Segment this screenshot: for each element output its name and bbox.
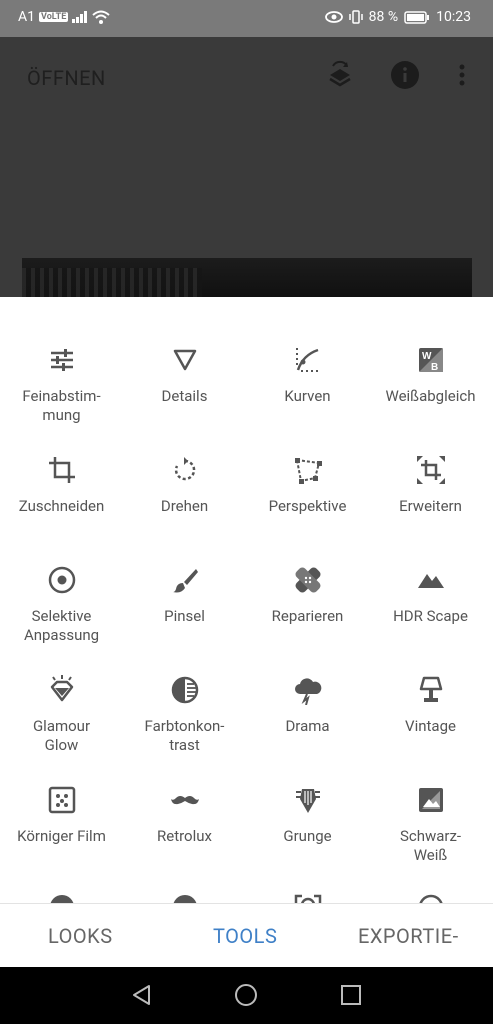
mustache-icon bbox=[170, 796, 199, 805]
tool-label: Kurven bbox=[284, 387, 331, 405]
sliders-icon bbox=[50, 349, 73, 371]
tool-feinabstimmung[interactable]: Feinabstim- mung bbox=[0, 345, 123, 425]
clock: 10:23 bbox=[436, 9, 471, 25]
tool-label: Perspektive bbox=[268, 497, 347, 515]
svg-text:W: W bbox=[422, 351, 432, 362]
vibrate-icon bbox=[348, 10, 363, 24]
tool-hdr-scape[interactable]: HDR Scape bbox=[369, 565, 492, 626]
diamond-icon bbox=[50, 675, 73, 702]
tool-erweitern[interactable]: Erweitern bbox=[369, 455, 492, 516]
lamp-icon bbox=[419, 676, 442, 702]
tool-drama[interactable]: Drama bbox=[246, 675, 369, 736]
tool-label: Zuschneiden bbox=[18, 497, 105, 515]
tool-perspektive[interactable]: Perspektive bbox=[246, 455, 369, 516]
guitar-icon bbox=[295, 789, 320, 813]
tool-weissabgleich[interactable]: WB Weißabgleich bbox=[369, 345, 492, 406]
bw-icon bbox=[418, 788, 443, 812]
tool-label: Erweitern bbox=[399, 497, 462, 515]
eye-icon bbox=[324, 11, 343, 23]
system-navigation-bar bbox=[0, 967, 493, 1024]
more-options-icon[interactable] bbox=[447, 60, 477, 90]
tool-selektive-anpassung[interactable]: Selektive Anpassung bbox=[0, 565, 123, 645]
tool-schwarz-weiss[interactable]: Schwarz- Weiß bbox=[369, 785, 492, 865]
cloud-icon bbox=[294, 678, 321, 705]
tool-pinsel[interactable]: Pinsel bbox=[123, 565, 246, 626]
tab-export[interactable]: EXPORTIE- bbox=[358, 924, 459, 948]
volte-badge: VoLTE bbox=[39, 12, 69, 22]
open-button[interactable]: ÖFFNEN bbox=[27, 66, 106, 90]
tab-looks[interactable]: LOOKS bbox=[48, 924, 113, 948]
tools-panel: Feinabstim- mung Details Kurven WB Weißa… bbox=[0, 297, 493, 903]
bandage-icon bbox=[295, 567, 320, 593]
tool-label: Glamour Glow bbox=[32, 717, 91, 754]
tool-label: Weißabgleich bbox=[385, 387, 476, 405]
home-icon[interactable] bbox=[234, 983, 258, 1007]
tool-drehen[interactable]: Drehen bbox=[123, 455, 246, 516]
expand-icon bbox=[416, 456, 445, 484]
perspective-icon bbox=[294, 458, 322, 484]
tool-kurven[interactable]: Kurven bbox=[246, 345, 369, 406]
tool-vintage[interactable]: Vintage bbox=[369, 675, 492, 736]
tool-label: Feinabstim- mung bbox=[22, 387, 101, 424]
tool-glamour-glow[interactable]: Glamour Glow bbox=[0, 675, 123, 755]
tonal-icon bbox=[171, 676, 198, 704]
tool-farbtonkontrast[interactable]: Farbtonkon- trast bbox=[123, 675, 246, 755]
battery-percent: 88 % bbox=[368, 9, 399, 25]
tool-label: Drama bbox=[285, 717, 330, 735]
tool-label: Retrolux bbox=[157, 827, 212, 845]
tool-label: Selektive Anpassung bbox=[23, 607, 100, 644]
grain-icon bbox=[48, 786, 75, 814]
tab-tools[interactable]: TOOLS bbox=[213, 924, 277, 948]
triangle-icon bbox=[173, 349, 196, 371]
bottom-navigation: LOOKS TOOLS EXPORTIE- bbox=[0, 903, 493, 968]
status-bar: A1 VoLTE 88 % 10:23 bbox=[0, 0, 493, 37]
rotate-icon bbox=[174, 457, 195, 481]
info-icon[interactable] bbox=[390, 60, 420, 90]
wb-icon: WB bbox=[418, 348, 443, 373]
svg-text:B: B bbox=[431, 362, 438, 373]
tool-koerniger-film[interactable]: Körniger Film bbox=[0, 785, 123, 846]
tool-label: Pinsel bbox=[164, 607, 205, 625]
tool-label: Grunge bbox=[283, 827, 332, 845]
tool-label: Farbtonkon- trast bbox=[144, 717, 225, 754]
battery-icon bbox=[404, 10, 430, 24]
tool-label: Vintage bbox=[405, 717, 456, 735]
layers-stack-icon[interactable] bbox=[325, 60, 355, 90]
crop-icon bbox=[48, 457, 75, 483]
tool-retrolux[interactable]: Retrolux bbox=[123, 785, 246, 846]
carrier-label: A1 bbox=[18, 9, 36, 25]
tool-label: Schwarz- Weiß bbox=[399, 827, 462, 864]
curve-icon bbox=[295, 348, 318, 372]
tool-label: Details bbox=[161, 387, 208, 405]
target-icon bbox=[48, 566, 75, 594]
tool-zuschneiden[interactable]: Zuschneiden bbox=[0, 455, 123, 516]
photo-preview bbox=[22, 258, 472, 298]
tool-grunge[interactable]: Grunge bbox=[246, 785, 369, 846]
back-icon[interactable] bbox=[130, 983, 154, 1007]
tool-details[interactable]: Details bbox=[123, 345, 246, 406]
tool-label: Drehen bbox=[160, 497, 209, 515]
tool-label: Körniger Film bbox=[17, 827, 106, 845]
tool-label: Reparieren bbox=[271, 607, 344, 625]
wifi-icon bbox=[92, 10, 110, 24]
mountain-icon bbox=[417, 574, 444, 588]
tool-label: HDR Scape bbox=[393, 607, 468, 625]
tool-reparieren[interactable]: Reparieren bbox=[246, 565, 369, 626]
signal-icon bbox=[72, 11, 88, 23]
recents-icon[interactable] bbox=[340, 983, 362, 1007]
brush-icon bbox=[172, 569, 198, 593]
